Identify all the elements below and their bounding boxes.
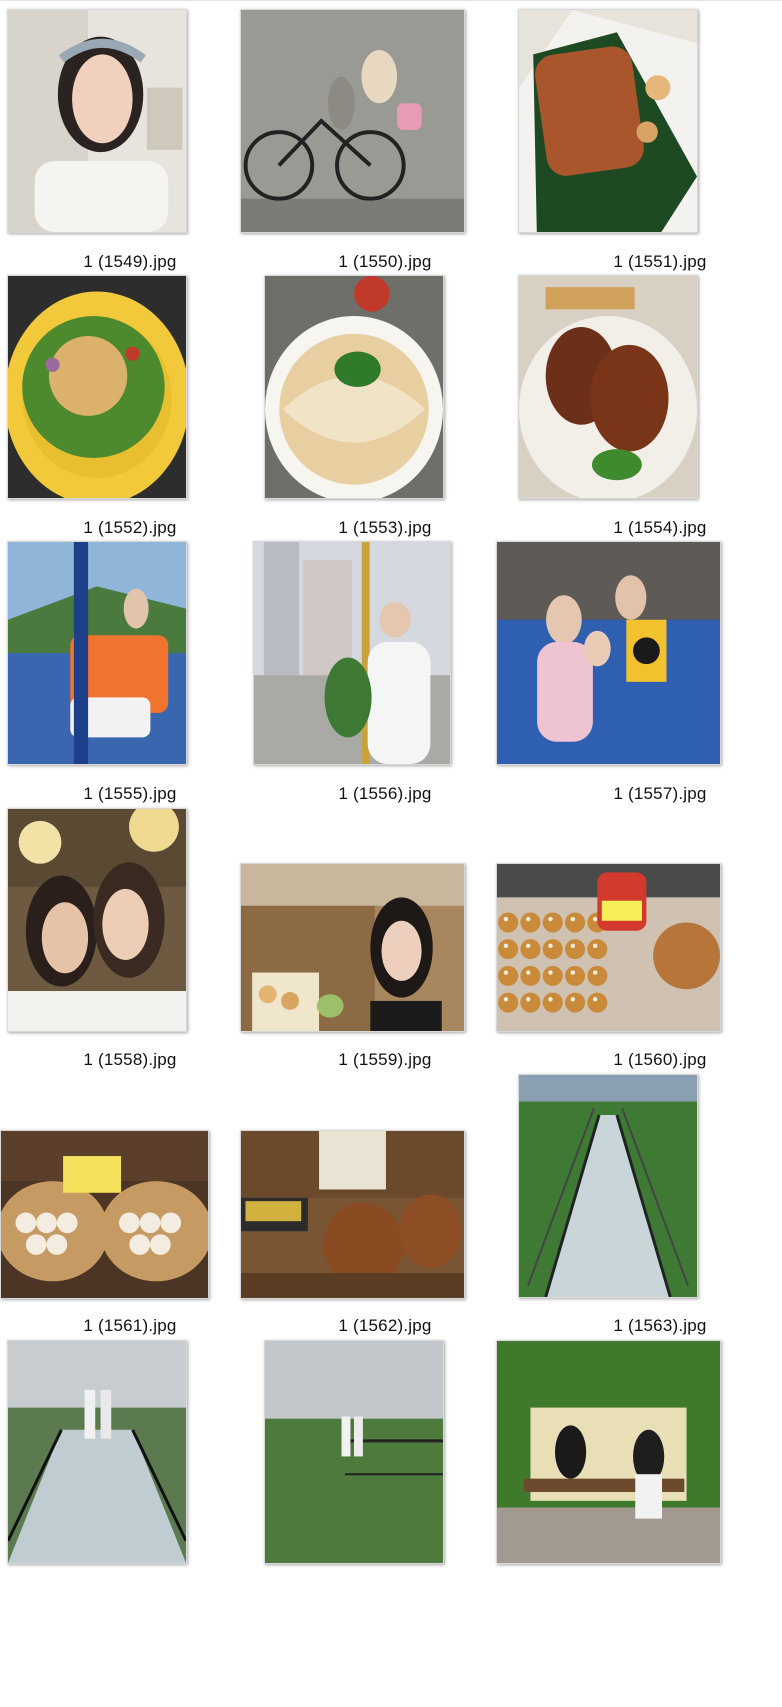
thumbnail-image[interactable] [496,1340,721,1564]
thumbnail-image[interactable] [7,275,187,499]
file-name-label[interactable]: 1 (1558).jpg [0,1050,260,1070]
file-name-label[interactable]: 1 (1555).jpg [0,784,260,804]
file-name-label[interactable]: 1 (1563).jpg [530,1316,782,1336]
file-name-label[interactable]: 1 (1560).jpg [530,1050,782,1070]
file-name-label[interactable]: 1 (1559).jpg [255,1050,515,1070]
file-name-label[interactable]: 1 (1551).jpg [530,252,782,272]
explorer-top-border [0,0,782,1]
thumbnail-image[interactable] [518,1074,698,1298]
file-name-label[interactable]: 1 (1550).jpg [255,252,515,272]
thumbnail-image[interactable] [518,275,698,499]
thumbnail-image[interactable] [240,9,465,233]
thumbnail-image[interactable] [0,1130,209,1299]
thumbnail-image[interactable] [496,863,721,1032]
thumbnail-image[interactable] [7,808,187,1032]
thumbnail-image[interactable] [240,863,465,1032]
thumbnail-image[interactable] [7,9,187,233]
thumbnail-image[interactable] [7,1340,187,1564]
thumbnail-image[interactable] [264,1340,444,1564]
thumbnail-image[interactable] [7,541,187,765]
thumbnail-image[interactable] [240,1130,465,1299]
thumbnail-image[interactable] [518,9,698,233]
file-name-label[interactable]: 1 (1557).jpg [530,784,782,804]
file-name-label[interactable]: 1 (1549).jpg [0,252,260,272]
file-name-label[interactable]: 1 (1552).jpg [0,518,260,538]
thumbnail-image[interactable] [253,541,451,765]
file-name-label[interactable]: 1 (1553).jpg [255,518,515,538]
file-name-label[interactable]: 1 (1554).jpg [530,518,782,538]
thumbnail-image[interactable] [496,541,721,765]
file-name-label[interactable]: 1 (1556).jpg [255,784,515,804]
file-name-label[interactable]: 1 (1561).jpg [0,1316,260,1336]
thumbnail-image[interactable] [264,275,444,499]
file-name-label[interactable]: 1 (1562).jpg [255,1316,515,1336]
